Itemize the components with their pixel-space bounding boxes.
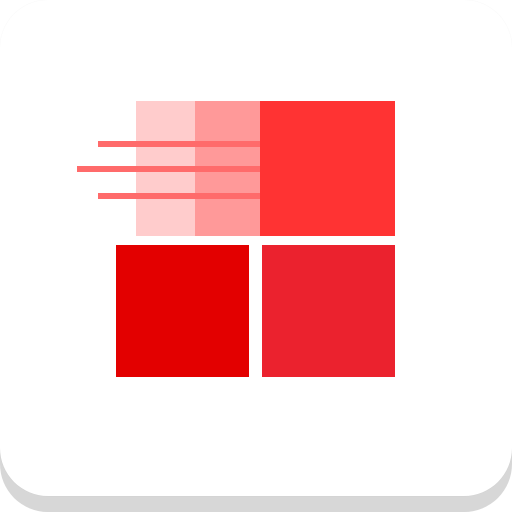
app-icon (0, 0, 512, 512)
logo-mark (0, 0, 512, 512)
speed-line-top (98, 141, 260, 147)
square-bottom-left (116, 245, 249, 377)
speed-line-middle (77, 166, 260, 172)
square-top-right (260, 101, 395, 236)
speed-line-bottom (98, 193, 260, 199)
square-bottom-right (262, 245, 395, 377)
